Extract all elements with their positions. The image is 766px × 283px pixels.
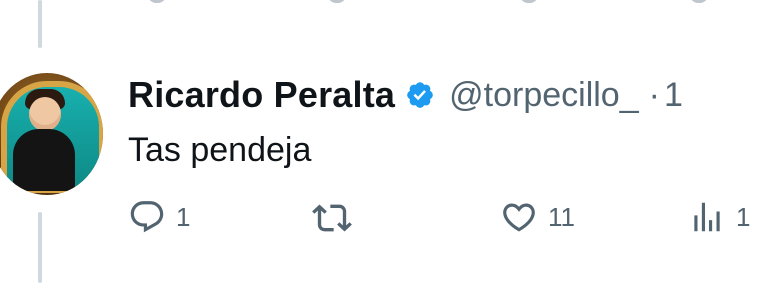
thread-connector-bottom <box>38 212 42 283</box>
retweet-icon <box>312 198 352 238</box>
verified-badge-icon[interactable] <box>405 80 435 110</box>
previous-tweet-actions-partial <box>0 0 766 4</box>
thread-connector-top <box>38 0 42 48</box>
partial-action-icon <box>148 0 166 3</box>
partial-action-icon <box>520 0 538 3</box>
reply-count: 1 <box>176 201 191 232</box>
user-handle[interactable]: @torpecillo_ <box>449 76 639 115</box>
reply-button[interactable]: 1 <box>128 198 190 236</box>
heart-icon <box>500 198 538 236</box>
avatar-body <box>13 129 75 191</box>
tweet-timestamp[interactable]: 1 <box>664 76 683 115</box>
like-button[interactable]: 11 <box>500 198 575 236</box>
separator-dot: · <box>648 75 660 114</box>
partial-action-icon <box>690 0 708 3</box>
avatar-head <box>29 97 61 131</box>
avatar[interactable] <box>0 73 103 195</box>
tweet-header: Ricardo Peralta @torpecillo_ · 1 <box>128 72 683 118</box>
display-name[interactable]: Ricardo Peralta <box>128 74 395 116</box>
like-count: 11 <box>548 201 575 232</box>
retweet-button[interactable] <box>312 198 362 238</box>
tweet-text: Tas pendeja <box>128 131 312 169</box>
reply-icon <box>128 198 166 236</box>
views-button[interactable]: 1 <box>688 198 750 236</box>
analytics-icon <box>688 198 726 236</box>
partial-action-icon <box>328 0 346 3</box>
views-count: 1 <box>736 201 751 232</box>
tweet-actions-bar: 1 11 1 <box>128 198 766 240</box>
